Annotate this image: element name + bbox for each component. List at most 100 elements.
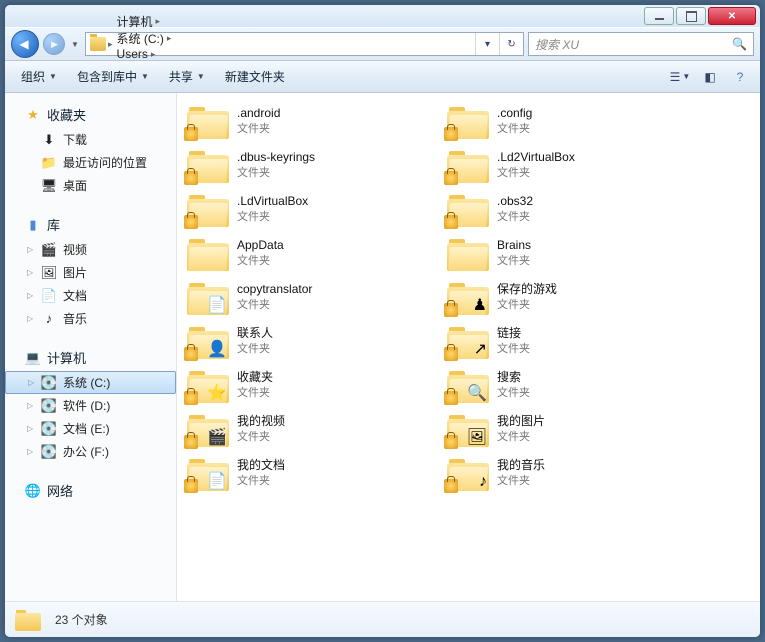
file-type: 文件夹 [237,210,308,224]
sidebar-favorites-group: ★ 收藏夹 ⬇下载 📁 最近访问的位置 🖥桌面 [5,101,176,197]
folder-item[interactable]: 🖼我的图片文件夹 [441,409,681,449]
sidebar-item[interactable]: 💽文档 (E:) [5,417,176,440]
breadcrumb-segment[interactable]: 计算机 ▸ [113,13,176,30]
file-type: 文件夹 [237,474,285,488]
folder-icon [187,147,229,183]
folder-item[interactable]: 📄我的文档文件夹 [181,453,421,493]
folder-item[interactable]: ♪我的音乐文件夹 [441,453,681,493]
preview-pane-button[interactable]: ◧ [698,66,722,88]
main-area: ★ 收藏夹 ⬇下载 📁 最近访问的位置 🖥桌面 ▮ 库 🎬视频🖼图片📄文档♪音乐 💻 … [5,93,760,601]
recent-icon: 📁 [41,155,57,171]
folder-item[interactable]: .config文件夹 [441,101,681,141]
file-type: 文件夹 [497,210,533,224]
sidebar-item[interactable]: 📁 最近访问的位置 [5,151,176,174]
folder-icon [447,103,489,139]
folder-item[interactable]: Brains文件夹 [441,233,681,273]
chevron-right-icon: ▸ [156,16,161,27]
include-in-library-button[interactable]: 包含到库中▼ [69,64,157,89]
breadcrumb-segment[interactable]: Users ▸ [113,47,176,61]
search-input[interactable]: 搜索 XU 🔍 [528,32,754,56]
folder-item[interactable]: 📄copytranslator文件夹 [181,277,421,317]
file-name: .Ld2VirtualBox [497,150,575,166]
lock-icon [184,347,198,361]
sidebar-computer-header[interactable]: 💻 计算机 [5,344,176,371]
sidebar-item[interactable]: 💽系统 (C:) [5,371,176,394]
lock-icon [184,171,198,185]
sidebar-item[interactable]: 🖥桌面 [5,174,176,197]
sidebar-item[interactable]: 🎬视频 [5,238,176,261]
sidebar-network-header[interactable]: 🌐 网络 [5,477,176,504]
search-placeholder: 搜索 XU [535,36,579,53]
breadcrumb-segment[interactable]: 系统 (C:) ▸ [113,30,176,47]
close-button[interactable] [708,7,756,25]
organize-button[interactable]: 组织▼ [13,64,65,89]
sidebar-item[interactable]: 📄文档 [5,284,176,307]
new-folder-button[interactable]: 新建文件夹 [217,64,293,89]
address-bar[interactable]: ▸ 计算机 ▸系统 (C:) ▸Users ▸XU ▸ ▾ ↻ [85,32,524,56]
file-name: 我的音乐 [497,458,545,474]
view-options-button[interactable]: ☰ ▼ [668,66,692,88]
folder-item[interactable]: 🎬我的视频文件夹 [181,409,421,449]
back-button[interactable] [11,30,39,58]
lock-icon [444,171,458,185]
sidebar-item[interactable]: 🖼图片 [5,261,176,284]
folder-item[interactable]: AppData文件夹 [181,233,421,273]
downloads-icon: ⬇ [41,132,57,148]
lock-icon [444,303,458,317]
network-icon: 🌐 [25,483,41,499]
sidebar-item-label: 桌面 [63,177,87,194]
file-name: AppData [237,238,284,254]
folder-item[interactable]: ⭐收藏夹文件夹 [181,365,421,405]
contact-icon: 👤 [207,339,227,359]
sidebar-item[interactable]: 💽软件 (D:) [5,394,176,417]
folder-icon: 📄 [187,455,229,491]
folder-icon: 👤 [187,323,229,359]
lock-icon [184,215,198,229]
file-name: 保存的游戏 [497,282,557,298]
file-type: 文件夹 [237,254,284,268]
folder-item[interactable]: .LdVirtualBox文件夹 [181,189,421,229]
folder-item[interactable]: .dbus-keyrings文件夹 [181,145,421,185]
maximize-button[interactable] [676,7,706,25]
file-name: 我的图片 [497,414,545,430]
lock-icon [444,127,458,141]
minimize-button[interactable] [644,7,674,25]
forward-button[interactable] [43,33,65,55]
file-content-area[interactable]: .android文件夹.dbus-keyrings文件夹.LdVirtualBo… [177,93,760,601]
lock-icon [444,347,458,361]
file-name: 我的视频 [237,414,285,430]
sidebar-favorites-header[interactable]: ★ 收藏夹 [5,101,176,128]
folder-icon [447,147,489,183]
search-icon: 🔍 [732,37,747,51]
folder-item[interactable]: ♟保存的游戏文件夹 [441,277,681,317]
file-type: 文件夹 [497,342,530,356]
sidebar-libraries-header[interactable]: ▮ 库 [5,211,176,238]
sidebar-item[interactable]: ⬇下载 [5,128,176,151]
share-button[interactable]: 共享▼ [161,64,213,89]
history-dropdown[interactable] [69,33,81,55]
folder-item[interactable]: .obs32文件夹 [441,189,681,229]
refresh-button[interactable]: ↻ [499,33,523,55]
sidebar-network-group: 🌐 网络 [5,477,176,504]
file-name: .obs32 [497,194,533,210]
file-name: 联系人 [237,326,273,342]
lock-icon [444,391,458,405]
search-icon: 🔍 [467,383,487,403]
folder-item[interactable]: 👤联系人文件夹 [181,321,421,361]
doc-icon: 📄 [207,295,227,315]
folder-item[interactable]: ↗链接文件夹 [441,321,681,361]
dropdown-button[interactable]: ▾ [475,33,499,55]
sidebar-item-label: 视频 [63,241,87,258]
file-type: 文件夹 [237,298,312,312]
sidebar-item[interactable]: ♪音乐 [5,307,176,330]
sidebar-item[interactable]: 💽办公 (F:) [5,440,176,463]
folder-item[interactable]: .Ld2VirtualBox文件夹 [441,145,681,185]
folder-icon: 🖼 [447,411,489,447]
folder-item[interactable]: .android文件夹 [181,101,421,141]
file-name: .android [237,106,280,122]
help-button[interactable]: ? [728,66,752,88]
folder-item[interactable]: 🔍搜索文件夹 [441,365,681,405]
sidebar-item-label: 最近访问的位置 [63,154,147,171]
file-type: 文件夹 [497,298,557,312]
file-type: 文件夹 [497,122,532,136]
